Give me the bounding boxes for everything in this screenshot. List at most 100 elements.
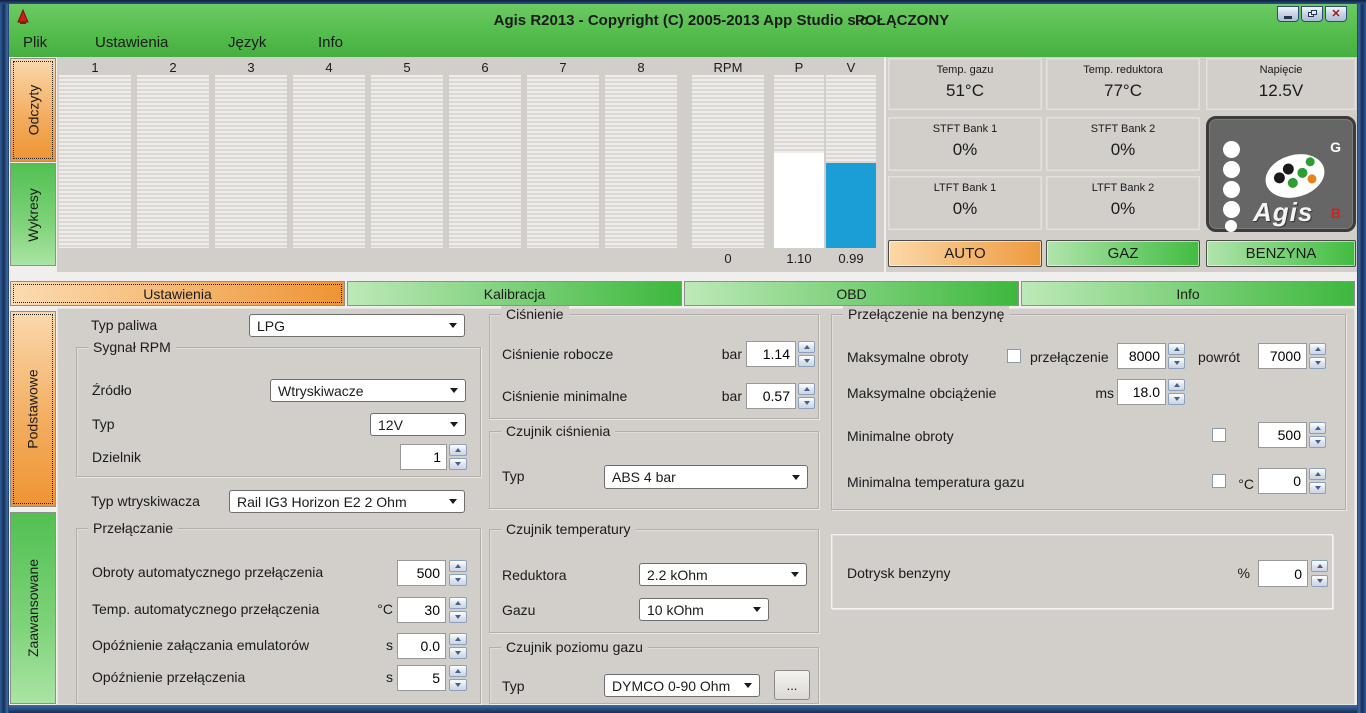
dzielnik-input[interactable] (400, 444, 447, 470)
spin-down-button[interactable] (1168, 357, 1185, 369)
reduktora-combo[interactable]: 2.2 kOhm (639, 563, 807, 586)
spin-down-button[interactable] (449, 679, 467, 691)
side-tab-podstawowe[interactable]: Podstawowe (10, 311, 56, 507)
spin-down-button[interactable] (798, 397, 815, 409)
panel-title: Napięcie (1207, 64, 1355, 76)
restore-button[interactable] (1301, 6, 1323, 22)
max-obciazenie-input[interactable] (1117, 379, 1166, 405)
spin-up-button[interactable] (1309, 343, 1326, 355)
restore-icon (1308, 10, 1317, 18)
gauge-track (527, 75, 599, 248)
panel-value: 51°C (889, 81, 1041, 101)
obroty-auto-spinner (449, 560, 467, 586)
panel-stft-bank2: STFT Bank 2 0% (1046, 117, 1200, 171)
cisnienie-robocze-input[interactable] (746, 341, 796, 367)
min-temp-checkbox[interactable] (1212, 474, 1226, 488)
close-icon: ✕ (1331, 9, 1340, 20)
czujnik-cisnienia-typ-combo[interactable]: ABS 4 bar (604, 465, 808, 489)
window-title: Agis R2013 - Copyright (C) 2005-2013 App… (9, 12, 1357, 29)
side-tab-wykresy[interactable]: Wykresy (10, 163, 56, 266)
spin-up-button[interactable] (449, 665, 467, 677)
chevron-down-icon (449, 323, 457, 328)
gauge-track (449, 75, 521, 248)
obroty-auto-input[interactable] (397, 560, 446, 586)
spin-up-button[interactable] (1168, 343, 1185, 355)
group-cisnienie: Ciśnienie Ciśnienie robocze bar Ciśnieni… (489, 314, 819, 419)
opoznienie-przelaczenia-input[interactable] (397, 665, 446, 691)
side-tab-odczyty[interactable]: Odczyty (10, 58, 56, 162)
temp-auto-input[interactable] (397, 597, 446, 623)
spin-down-button[interactable] (449, 458, 467, 470)
opoznienie-emulatorow-input[interactable] (397, 633, 446, 659)
side-tab-zaawansowane[interactable]: Zaawansowane (10, 512, 56, 704)
spin-down-button[interactable] (1168, 393, 1185, 405)
spin-down-button[interactable] (1311, 575, 1328, 587)
spin-down-button[interactable] (1309, 482, 1326, 494)
min-temp-input[interactable] (1258, 468, 1307, 494)
poziom-more-button[interactable]: ... (774, 670, 810, 700)
spin-down-button[interactable] (1309, 357, 1326, 369)
menu-plik[interactable]: Plik (23, 34, 47, 51)
spin-up-button[interactable] (449, 560, 467, 572)
min-obroty-checkbox[interactable] (1212, 428, 1226, 442)
spin-down-button[interactable] (1309, 436, 1326, 448)
tab-kalibracja[interactable]: Kalibracja (347, 281, 682, 306)
dotrysk-label: Dotrysk benzyny (847, 565, 950, 581)
menu-info[interactable]: Info (318, 34, 343, 51)
gaz-button[interactable]: GAZ (1046, 240, 1200, 267)
tab-ustawienia[interactable]: Ustawienia (10, 281, 345, 306)
powrot-input[interactable] (1258, 343, 1307, 369)
gauge-label: 2 (137, 60, 209, 75)
close-button[interactable]: ✕ (1325, 6, 1347, 22)
cisnienie-minimalne-unit: bar (712, 388, 742, 404)
spin-down-button[interactable] (449, 611, 467, 623)
spin-up-button[interactable] (449, 444, 467, 456)
spin-down-button[interactable] (449, 574, 467, 586)
min-obroty-spinner (1309, 422, 1326, 448)
group-title: Ciśnienie (501, 306, 569, 322)
side-tab-zaawansowane-label: Zaawansowane (25, 559, 41, 657)
cisnienie-minimalne-label: Ciśnienie minimalne (502, 388, 627, 404)
dzielnik-spinner (449, 444, 467, 470)
tab-obd[interactable]: OBD (684, 281, 1019, 306)
poziom-typ-combo[interactable]: DYMCO 0-90 Ohm (604, 674, 760, 697)
panel-value: 12.5V (1207, 81, 1355, 101)
spin-up-button[interactable] (1309, 468, 1326, 480)
minimize-button[interactable] (1277, 6, 1299, 22)
cisnienie-minimalne-input[interactable] (746, 383, 796, 409)
v-value: 0.99 (826, 251, 876, 267)
max-obroty-label: Maksymalne obroty (847, 349, 968, 365)
przelaczenie-checkbox[interactable] (1007, 349, 1021, 363)
spin-up-button[interactable] (798, 383, 815, 395)
minimize-icon (1284, 16, 1292, 19)
benzyna-button[interactable]: BENZYNA (1206, 240, 1356, 267)
spin-up-button[interactable] (449, 597, 467, 609)
menu-jezyk[interactable]: Język (228, 34, 266, 51)
tab-info[interactable]: Info (1021, 281, 1355, 306)
spin-up-button[interactable] (1311, 560, 1328, 572)
spin-down-button[interactable] (798, 355, 815, 367)
reduktora-label: Reduktora (502, 567, 567, 583)
spin-up-button[interactable] (449, 633, 467, 645)
menu-ustawienia[interactable]: Ustawienia (95, 34, 168, 51)
gauge-label-v: V (826, 60, 876, 75)
typ-rpm-combo[interactable]: 12V (370, 413, 466, 436)
spin-up-button[interactable] (1309, 422, 1326, 434)
opoznienie-przelaczenia-label: Opóźnienie przełączenia (92, 669, 245, 685)
panel-value: 0% (1047, 199, 1199, 219)
group-title: Przełączanie (88, 520, 178, 536)
gazu-combo[interactable]: 10 kOhm (639, 598, 769, 621)
zrodlo-combo[interactable]: Wtryskiwacze (270, 379, 466, 402)
window-border-right (1357, 4, 1366, 713)
min-obroty-input[interactable] (1258, 422, 1307, 448)
typ-paliwa-combo[interactable]: LPG (249, 314, 465, 337)
auto-button[interactable]: AUTO (888, 240, 1042, 267)
spin-up-button[interactable] (798, 341, 815, 353)
typ-wtryskiwacza-combo[interactable]: Rail IG3 Horizon E2 2 Ohm (229, 490, 465, 513)
przelaczenie-checkbox-label: przełączenie (1030, 349, 1109, 365)
spin-down-button[interactable] (449, 647, 467, 659)
max-obroty-input[interactable] (1117, 343, 1166, 369)
spin-up-button[interactable] (1168, 379, 1185, 391)
benzyna-button-label: BENZYNA (1246, 245, 1317, 262)
dotrysk-input[interactable] (1258, 560, 1308, 587)
